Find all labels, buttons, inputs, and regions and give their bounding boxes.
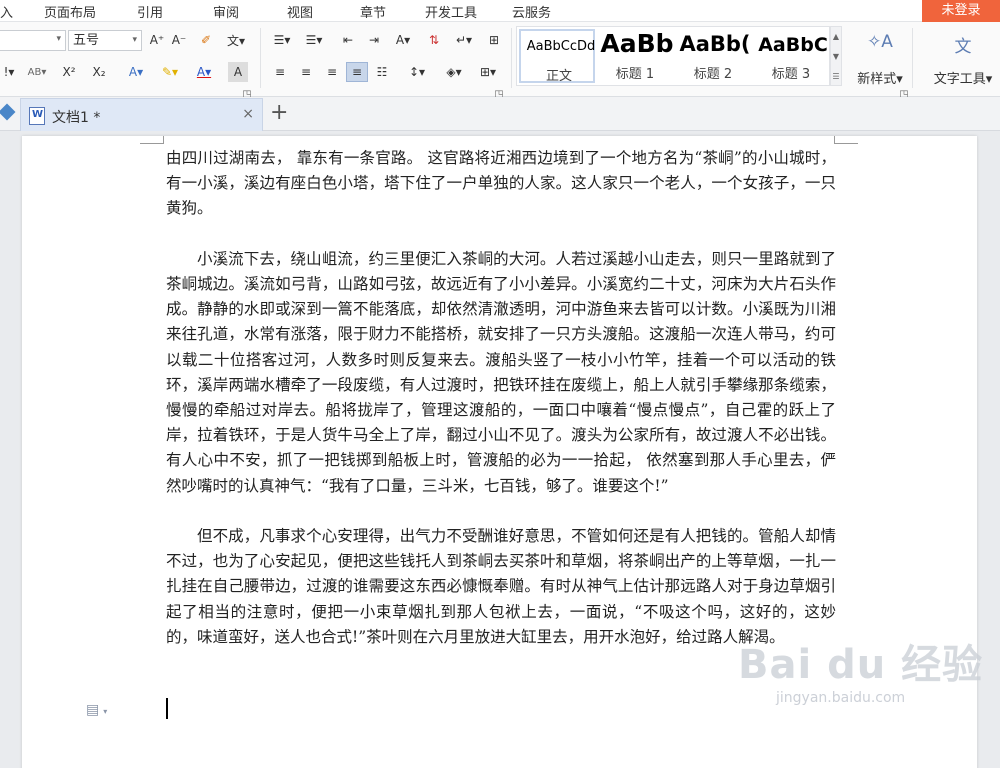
login-button[interactable]: 未登录 — [922, 0, 1000, 22]
new-style-label: 新样式 — [857, 72, 897, 87]
paragraph: 由四川过湖南去， 靠东有一条官路。 这官路将近湘西边境到了一个地方名为“茶峒”的… — [166, 149, 836, 218]
borders-icon[interactable]: ⊞▾ — [474, 62, 502, 82]
clear-format-icon[interactable]: ✐ — [197, 30, 215, 50]
bullets-icon[interactable]: ☰▾ — [268, 30, 296, 50]
watermark: Bai du 经验 jingyan.baidu.com — [738, 632, 988, 732]
style-name: 标题 3 — [771, 67, 811, 82]
new-style-button[interactable]: ✧A 新样式▾ — [848, 26, 912, 92]
menu-developer[interactable]: 开发工具 — [425, 2, 477, 21]
ribbon-toolbar: ▾ 五号 ▾ A⁺ A⁻ ✐ 文▾ !▾ AB▾ X² X₂ A▾ ✎▾ A▾ A… — [0, 22, 1000, 100]
chevron-down-icon[interactable]: ▼ — [831, 47, 841, 67]
chevron-down-icon: ▾ — [132, 35, 137, 45]
highlight-icon[interactable]: ✎▾ — [156, 62, 184, 82]
chevron-down-icon: ▾ — [56, 34, 61, 44]
grow-font-button[interactable]: A⁺ — [148, 30, 166, 50]
shading-fill-icon[interactable]: ◈▾ — [440, 62, 468, 82]
document-icon — [29, 107, 45, 125]
menu-page-layout[interactable]: 页面布局 — [44, 2, 96, 21]
phonetic-guide-icon[interactable]: 文▾ — [224, 30, 248, 50]
show-marks-icon[interactable]: ↵▾ — [452, 30, 476, 50]
add-tab-icon[interactable]: + — [270, 101, 288, 125]
new-style-icon: ✧A — [867, 32, 893, 52]
text-tools-button[interactable]: 文 文字工具▾ — [926, 26, 1000, 92]
table-insert-icon[interactable]: ⊞ — [484, 30, 504, 50]
document-tab-bar: 文档1 * × + — [0, 97, 1000, 131]
paragraph: 但不成，凡事求个心安理得，出气力不受酬谁好意思，不管如何还是有人把钱的。管船人却… — [166, 527, 836, 646]
numbering-icon[interactable]: ☰▾ — [300, 30, 328, 50]
menu-review[interactable]: 审阅 — [213, 2, 239, 21]
style-heading-1[interactable]: AaBb 标题 1 — [597, 29, 673, 83]
divider — [511, 28, 512, 88]
menu-cloud-service[interactable]: 云服务 — [512, 2, 551, 21]
style-sample: AaBb — [600, 29, 674, 58]
menu-section[interactable]: 章节 — [360, 2, 386, 21]
distribute-icon[interactable]: ☷ — [372, 62, 392, 82]
style-heading-3[interactable]: AaBbC 标题 3 — [753, 29, 829, 83]
document-body[interactable]: 由四川过湖南去， 靠东有一条官路。 这官路将近湘西边境到了一个地方名为“茶峒”的… — [166, 146, 836, 675]
paragraph-layout-icon[interactable]: ▤ ▾ — [86, 702, 107, 718]
margin-corner-mark — [140, 136, 164, 144]
style-sample: AaBbC — [758, 34, 828, 56]
paragraph: 小溪流下去，绕山岨流，约三里便汇入茶峒的大河。人若过溪越小山走去，则只一里路就到… — [166, 249, 836, 495]
styles-gallery-scroll[interactable]: ▲ ▼ ☰ — [830, 26, 842, 86]
more-icon[interactable]: ☰ — [831, 67, 841, 87]
style-normal[interactable]: AaBbCcDd 正文 — [519, 29, 595, 84]
superscript-button[interactable]: X² — [58, 62, 80, 82]
watermark-logo: Bai du 经验 — [738, 642, 984, 688]
sort-icon[interactable]: ⇅ — [424, 30, 444, 50]
style-name: 标题 2 — [693, 67, 733, 82]
tab-title: 文档1 * — [52, 110, 101, 126]
font-color-icon[interactable]: A▾ — [190, 62, 218, 82]
shrink-font-button[interactable]: A⁻ — [170, 30, 188, 50]
text-tools-icon: 文 — [954, 37, 972, 57]
style-name: 标题 1 — [615, 67, 655, 82]
chevron-up-icon[interactable]: ▲ — [831, 27, 841, 47]
text-cursor — [166, 698, 168, 719]
margin-corner-mark — [834, 136, 858, 144]
underline-dropdown-icon[interactable]: !▾ — [0, 62, 18, 82]
document-area: 由四川过湖南去， 靠东有一条官路。 这官路将近湘西边境到了一个地方名为“茶峒”的… — [0, 132, 1000, 768]
close-icon[interactable]: × — [242, 106, 254, 122]
watermark-url: jingyan.baidu.com — [776, 690, 906, 706]
line-spacing-icon[interactable]: ↕▾ — [404, 62, 430, 82]
strikethrough-icon[interactable]: AB▾ — [24, 62, 50, 82]
style-heading-2[interactable]: AaBb( 标题 2 — [675, 29, 751, 83]
style-name: 正文 — [545, 69, 572, 84]
char-scale-icon[interactable]: A▾ — [390, 30, 416, 50]
font-name-select[interactable]: ▾ — [0, 30, 66, 51]
align-center-icon[interactable]: ≡ — [296, 62, 316, 82]
align-left-icon[interactable]: ≡ — [270, 62, 290, 82]
divider — [912, 28, 913, 88]
style-sample: AaBb( — [679, 32, 751, 56]
font-size-value: 五号 — [73, 33, 100, 48]
tab-document1[interactable]: 文档1 * × — [20, 98, 263, 131]
app-cube-icon[interactable] — [0, 103, 16, 121]
menu-bar: 入 页面布局 引用 审阅 视图 章节 开发工具 云服务 未登录 — [0, 0, 1000, 22]
subscript-button[interactable]: X₂ — [88, 62, 110, 82]
text-tools-label: 文字工具 — [933, 72, 986, 87]
styles-gallery: AaBbCcDd 正文 AaBb 标题 1 AaBb( 标题 2 AaBbC 标… — [516, 26, 830, 86]
char-shading-icon[interactable]: A — [228, 62, 248, 82]
text-effect-icon[interactable]: A▾ — [124, 62, 148, 82]
menu-view[interactable]: 视图 — [287, 2, 313, 21]
font-size-select[interactable]: 五号 ▾ — [68, 30, 142, 51]
decrease-indent-icon[interactable]: ⇤ — [338, 30, 358, 50]
divider — [260, 28, 261, 88]
menu-references[interactable]: 引用 — [137, 2, 163, 21]
justify-icon[interactable]: ≡ — [346, 62, 368, 82]
align-right-icon[interactable]: ≡ — [322, 62, 342, 82]
increase-indent-icon[interactable]: ⇥ — [364, 30, 384, 50]
menu-insert[interactable]: 入 — [0, 2, 13, 21]
style-sample: AaBbCcDd — [526, 39, 596, 54]
